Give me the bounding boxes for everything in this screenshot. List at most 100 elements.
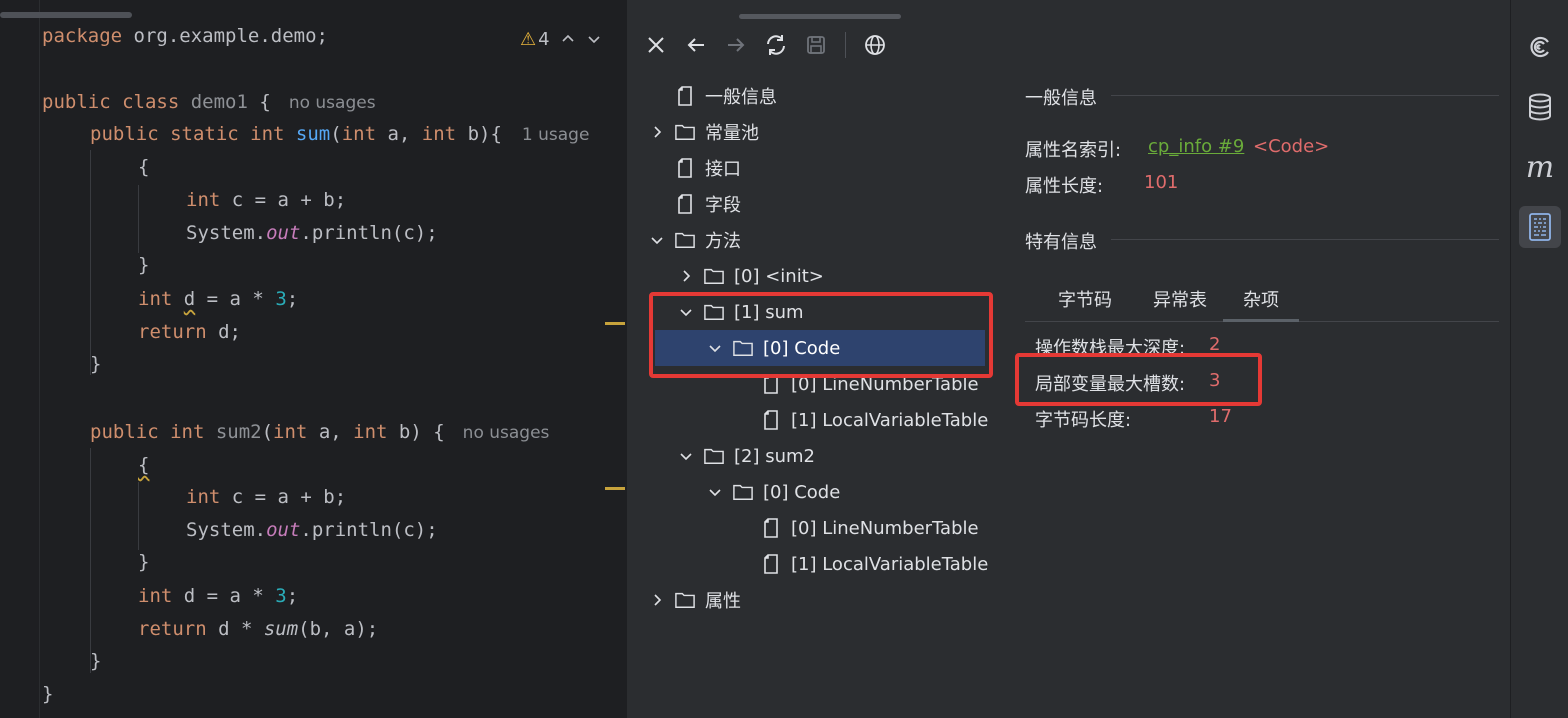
usage-hint[interactable]: no usages (463, 423, 550, 443)
inspection-widget[interactable]: ⚠ 4 (520, 28, 602, 50)
code-text: c = a + b; (220, 486, 347, 508)
tool-window-maven-button[interactable]: m (1519, 146, 1561, 188)
toolbar-separator (845, 32, 846, 58)
folder-icon (704, 265, 724, 287)
bytecode-viewer-icon (1529, 213, 1551, 241)
tree-item-interfaces[interactable]: 接口 (647, 151, 741, 185)
code-line[interactable]: public int sum2(int a, int b) {no usages (90, 416, 549, 448)
chevron-down-icon[interactable] (647, 230, 667, 250)
chevron-right-icon[interactable] (676, 266, 696, 286)
forward-button[interactable] (723, 32, 749, 58)
code-line[interactable]: { (138, 151, 149, 183)
forward-arrow-icon (728, 38, 745, 52)
tree-item-label: [0] LineNumberTable (791, 373, 979, 395)
code-line[interactable]: public class demo1 {no usages (42, 86, 376, 118)
folder-icon (733, 337, 753, 359)
code-line[interactable]: } (138, 546, 149, 578)
chevron-up-icon[interactable] (560, 31, 576, 47)
code-text: ; (286, 585, 299, 607)
warned-brace[interactable]: { (138, 454, 149, 476)
usage-hint[interactable]: 1 usage (522, 125, 590, 145)
code-line[interactable]: return d; (138, 316, 241, 348)
refresh-button[interactable] (763, 32, 789, 58)
code-line[interactable]: } (90, 645, 101, 677)
keyword: package (42, 25, 123, 47)
chevron-down-icon[interactable] (676, 446, 696, 466)
tree-item-label: [1] LocalVariableTable (791, 409, 989, 431)
code-line[interactable]: } (42, 678, 53, 710)
chevron-down-icon[interactable] (705, 482, 725, 502)
tab-bytecode[interactable]: 字节码 (1045, 284, 1125, 322)
code-line[interactable]: System.out.println(c); (186, 514, 438, 546)
code-line[interactable]: int d = a * 3; (138, 580, 298, 612)
panel-scrollbar[interactable] (739, 14, 901, 19)
tool-window-database-button[interactable] (1519, 86, 1561, 128)
tree-item-methods[interactable]: 方法 (647, 223, 741, 257)
warning-stripe-marker[interactable] (605, 487, 625, 490)
code-line[interactable]: System.out.println(c); (186, 217, 438, 249)
chevron-down-icon[interactable] (676, 302, 696, 322)
tree-item-sum2-local-variable-table[interactable]: [1] LocalVariableTable (733, 547, 988, 581)
keyword: int (341, 123, 377, 145)
warned-variable[interactable]: d (184, 288, 195, 310)
maven-m-icon: m (1525, 149, 1555, 185)
back-button[interactable] (683, 32, 709, 58)
open-in-browser-button[interactable] (862, 32, 888, 58)
code-line[interactable]: public static int sum(int a, int b){1 us… (90, 118, 589, 150)
code-text: d; (206, 321, 241, 343)
tool-window-swirl-button[interactable] (1519, 26, 1561, 68)
tree-item-method-init[interactable]: [0] <init> (676, 259, 824, 293)
code-line[interactable]: int c = a + b; (186, 481, 346, 513)
code-text: } (138, 551, 150, 573)
code-line[interactable]: return d * sum(b, a); (138, 613, 378, 645)
folder-icon (733, 481, 753, 503)
code-line[interactable]: int c = a + b; (186, 184, 346, 216)
tree-item-method-sum2[interactable]: [2] sum2 (676, 439, 815, 473)
code-line[interactable]: } (90, 348, 101, 380)
tree-item-sum2-code[interactable]: [0] Code (705, 475, 840, 509)
editor-horizontal-scrollbar[interactable] (0, 12, 132, 18)
save-button[interactable] (803, 32, 829, 58)
chevron-down-icon[interactable] (586, 31, 602, 47)
tree-item-general-info[interactable]: 一般信息 (647, 79, 777, 113)
chevron-right-icon[interactable] (647, 122, 667, 142)
file-icon (675, 157, 695, 179)
code-line[interactable]: package org.example.demo; (42, 20, 328, 52)
code-line[interactable]: int d = a * 3; (138, 283, 298, 315)
tree-item-label: [0] Code (763, 337, 841, 359)
tree-item-sum-local-variable-table[interactable]: [1] LocalVariableTable (733, 403, 988, 437)
file-icon (761, 409, 781, 431)
tree-item-method-sum[interactable]: [1] sum (676, 295, 804, 329)
tab-misc[interactable]: 杂项 (1223, 284, 1299, 322)
close-button[interactable] (643, 32, 669, 58)
chevron-down-icon[interactable] (705, 338, 725, 358)
right-tool-strip: m (1510, 0, 1568, 718)
section-divider (1111, 95, 1499, 96)
file-icon (675, 85, 695, 107)
tab-exception-table[interactable]: 异常表 (1137, 284, 1223, 322)
bytecode-viewer-panel: 一般信息 常量池 接口 字段 方法 [0] <init> [1] sum [0]… (626, 0, 1510, 718)
code-text: } (90, 353, 102, 375)
code-text: .println(c); (300, 519, 438, 541)
warning-count: 4 (538, 28, 550, 50)
code-line[interactable]: } (138, 249, 149, 281)
tree-item-fields[interactable]: 字段 (647, 187, 741, 221)
number-literal: 3 (275, 288, 287, 310)
code-line[interactable]: { (138, 449, 149, 481)
code-editor[interactable]: ⚠ 4 package org.example.demo; public clas… (0, 0, 626, 718)
code-text: d * (206, 618, 264, 640)
usage-hint[interactable]: no usages (289, 93, 376, 113)
code-text: c = a + b; (220, 189, 347, 211)
tool-window-bytecode-viewer-button[interactable] (1519, 206, 1561, 248)
tree-item-attributes[interactable]: 属性 (647, 583, 741, 617)
code-text: b){ (456, 123, 502, 145)
chevron-right-icon[interactable] (647, 590, 667, 610)
tree-item-constant-pool[interactable]: 常量池 (647, 115, 759, 149)
tree-item-sum-code[interactable]: [0] Code (705, 331, 840, 365)
attr-name-index-link[interactable]: cp_info #9 (1148, 136, 1244, 157)
warning-stripe-marker[interactable] (605, 322, 625, 325)
viewer-toolbar (643, 30, 888, 60)
tree-item-sum-line-number-table[interactable]: [0] LineNumberTable (733, 367, 979, 401)
file-icon (761, 553, 781, 575)
tree-item-sum2-line-number-table[interactable]: [0] LineNumberTable (733, 511, 979, 545)
